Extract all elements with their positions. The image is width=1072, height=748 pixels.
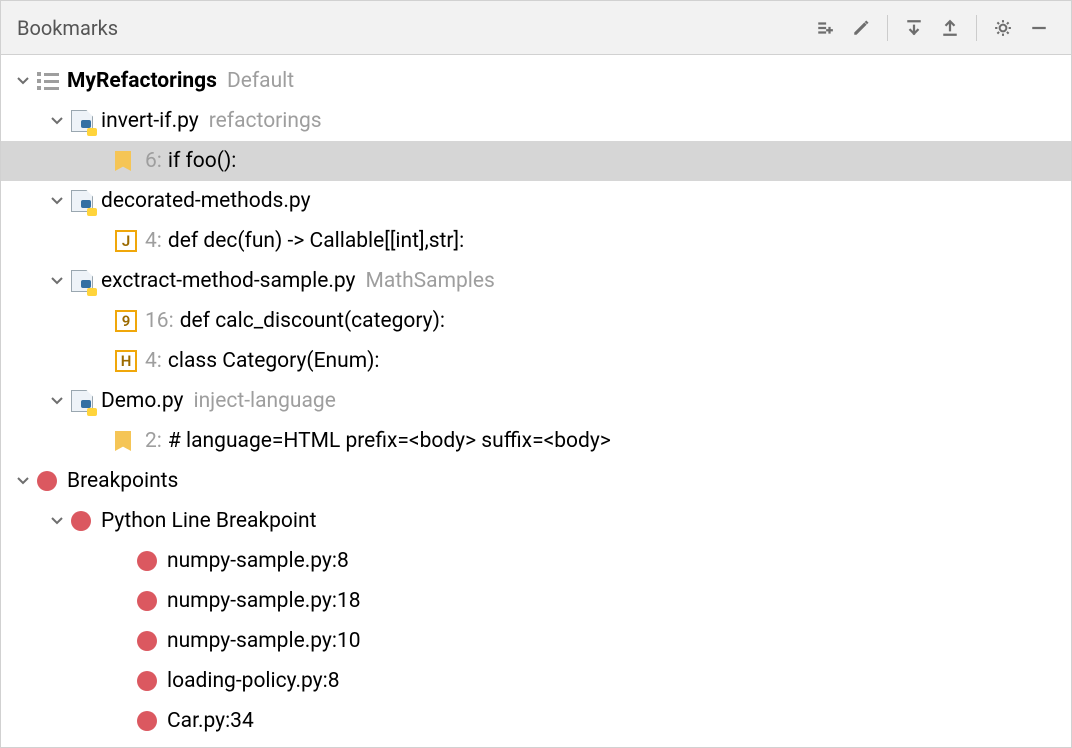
add-list-icon [816, 19, 834, 37]
breakpoint-group-label: Python Line Breakpoint [101, 509, 316, 533]
chevron-down-icon[interactable] [49, 513, 71, 529]
list-name: MyRefactorings [67, 69, 217, 93]
panel-title: Bookmarks [17, 16, 807, 40]
file-node[interactable]: invert-if.py refactorings [1, 101, 1071, 141]
collapse-all-icon [941, 19, 959, 37]
bookmark-item[interactable]: J4:def dec(fun) -> Callable[[int],str]: [1, 221, 1071, 261]
list-icon [37, 72, 67, 90]
expand-all-icon [905, 19, 923, 37]
file-name: invert-if.py [101, 109, 199, 133]
chevron-down-icon[interactable] [49, 273, 71, 289]
gear-icon [994, 19, 1012, 37]
file-hint: inject-language [193, 389, 335, 413]
titlebar: Bookmarks [1, 1, 1071, 55]
breakpoint-icon [137, 591, 167, 611]
line-number: 16: [145, 309, 174, 333]
line-number: 4: [145, 229, 162, 253]
bookmark-text: def dec(fun) -> Callable[[int],str]: [168, 229, 464, 253]
file-hint: refactorings [209, 109, 322, 133]
line-number: 4: [145, 349, 162, 373]
python-file-icon [71, 390, 101, 412]
file-name: Demo.py [101, 389, 183, 413]
breakpoint-location: loading-policy.py:8 [167, 669, 340, 693]
chevron-down-icon[interactable] [15, 73, 37, 89]
bookmark-flag-icon [115, 151, 145, 171]
minimize-icon [1030, 19, 1048, 37]
collapse-all-button[interactable] [932, 10, 968, 46]
bookmark-text: # language=HTML prefix=<body> suffix=<bo… [168, 429, 611, 453]
breakpoint-item[interactable]: numpy-sample.py:18 [1, 581, 1071, 621]
breakpoint-item[interactable]: loading-policy.py:8 [1, 661, 1071, 701]
settings-button[interactable] [985, 10, 1021, 46]
bookmark-item[interactable]: 6:if foo(): [1, 141, 1071, 181]
breakpoint-location: numpy-sample.py:10 [167, 629, 361, 653]
breakpoint-group-node[interactable]: Python Line Breakpoint [1, 501, 1071, 541]
pencil-icon [852, 19, 870, 37]
breakpoint-icon [137, 631, 167, 651]
hide-button[interactable] [1021, 10, 1057, 46]
python-file-icon [71, 190, 101, 212]
bookmark-item[interactable]: 916:def calc_discount(category): [1, 301, 1071, 341]
file-name: decorated-methods.py [101, 189, 311, 213]
bookmark-flag-icon [115, 431, 145, 451]
chevron-down-icon[interactable] [49, 193, 71, 209]
python-file-icon [71, 110, 101, 132]
chevron-down-icon[interactable] [15, 473, 37, 489]
bookmark-text: if foo(): [168, 149, 236, 173]
add-list-button[interactable] [807, 10, 843, 46]
line-number: 6: [145, 149, 162, 173]
file-node[interactable]: exctract-method-sample.py MathSamples [1, 261, 1071, 301]
breakpoint-icon [137, 711, 167, 731]
breakpoints-node[interactable]: Breakpoints [1, 461, 1071, 501]
bookmark-mnemonic-icon: H [115, 350, 145, 372]
toolbar-separator [976, 15, 977, 41]
chevron-down-icon[interactable] [49, 393, 71, 409]
chevron-down-icon[interactable] [49, 113, 71, 129]
file-name: exctract-method-sample.py [101, 269, 355, 293]
bookmark-text: class Category(Enum): [168, 349, 380, 373]
list-hint: Default [227, 69, 294, 93]
breakpoint-icon [137, 671, 167, 691]
breakpoint-location: Car.py:34 [167, 709, 254, 733]
breakpoint-item[interactable]: Car.py:34 [1, 701, 1071, 741]
breakpoints-label: Breakpoints [67, 469, 178, 493]
line-number: 2: [145, 429, 162, 453]
breakpoint-icon [71, 511, 101, 531]
file-hint: MathSamples [365, 269, 494, 293]
bookmark-item[interactable]: H4:class Category(Enum): [1, 341, 1071, 381]
expand-all-button[interactable] [896, 10, 932, 46]
bookmark-text: def calc_discount(category): [180, 309, 445, 333]
toolbar [807, 10, 1057, 46]
breakpoint-icon [137, 551, 167, 571]
toolbar-separator [887, 15, 888, 41]
bookmark-list-node[interactable]: MyRefactorings Default [1, 61, 1071, 101]
breakpoint-item[interactable]: numpy-sample.py:8 [1, 541, 1071, 581]
breakpoint-item[interactable]: numpy-sample.py:10 [1, 621, 1071, 661]
bookmark-mnemonic-icon: J [115, 230, 145, 252]
breakpoint-location: numpy-sample.py:18 [167, 589, 361, 613]
python-file-icon [71, 270, 101, 292]
edit-button[interactable] [843, 10, 879, 46]
file-node[interactable]: Demo.py inject-language [1, 381, 1071, 421]
bookmark-item[interactable]: 2:# language=HTML prefix=<body> suffix=<… [1, 421, 1071, 461]
breakpoint-icon [37, 471, 67, 491]
file-node[interactable]: decorated-methods.py [1, 181, 1071, 221]
breakpoint-location: numpy-sample.py:8 [167, 549, 349, 573]
bookmarks-tree[interactable]: MyRefactorings Default invert-if.py refac… [1, 55, 1071, 741]
bookmark-mnemonic-icon: 9 [115, 310, 145, 332]
